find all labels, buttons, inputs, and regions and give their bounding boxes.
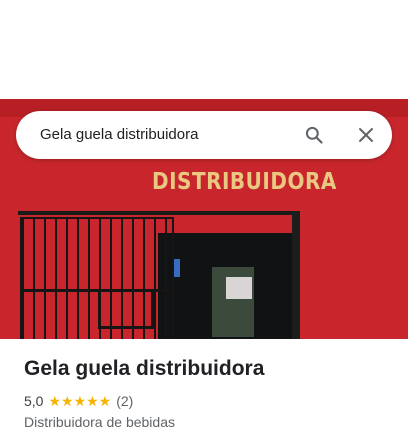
close-icon [359, 128, 373, 142]
search-button[interactable] [302, 123, 326, 147]
door-post [292, 211, 300, 339]
clear-search-button[interactable] [354, 123, 378, 147]
rating-value: 5,0 [24, 393, 44, 409]
storefront-sign: DISTRIBUIDORA [152, 167, 337, 195]
interior-cloth [226, 277, 252, 299]
search-icon [305, 126, 323, 144]
place-title[interactable]: Gela guela distribuidora [24, 355, 394, 383]
place-category: Distribuidora de bebidas [24, 414, 175, 430]
gate-lock-box [98, 289, 154, 329]
review-count[interactable]: (2) [116, 393, 133, 409]
search-bar[interactable]: Gela guela distribuidora [16, 111, 392, 159]
search-query[interactable]: Gela guela distribuidora [40, 126, 198, 143]
place-info-panel: Gela guela distribuidora 5,0 ★★★★★ (2) D… [24, 355, 394, 430]
star-rating-icons: ★★★★★ [48, 392, 112, 409]
rating-row[interactable]: 5,0 ★★★★★ (2) [24, 392, 394, 410]
